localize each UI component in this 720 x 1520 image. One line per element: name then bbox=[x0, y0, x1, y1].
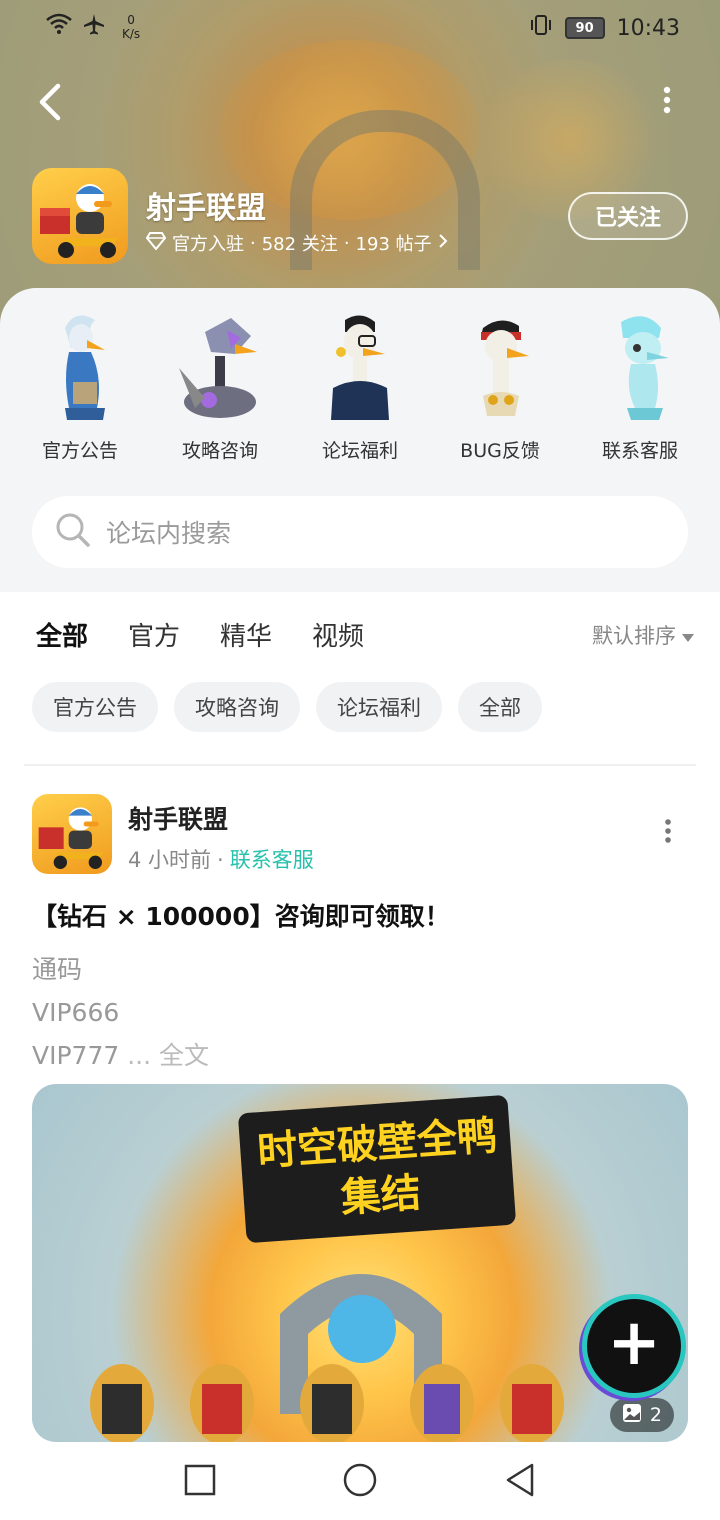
category-bug-report[interactable]: BUG反馈 bbox=[445, 308, 555, 463]
post-meta: 4 小时前 · 联系客服 bbox=[128, 848, 314, 872]
plus-icon: + bbox=[607, 1306, 661, 1380]
post-category-link[interactable]: 联系客服 bbox=[230, 848, 314, 872]
category-label: 攻略咨询 bbox=[181, 440, 258, 462]
follow-count: 582 关注 bbox=[261, 234, 338, 255]
network-speed: 0 K/s bbox=[122, 13, 141, 41]
category-customer-service[interactable]: 联系客服 bbox=[585, 308, 695, 463]
tab-featured[interactable]: 精华 bbox=[220, 616, 272, 653]
filter-chips: 官方公告 攻略咨询 论坛福利 全部 bbox=[32, 682, 542, 732]
post-author-name[interactable]: 射手联盟 bbox=[128, 800, 228, 836]
search-bar[interactable]: 论坛内搜索 bbox=[32, 496, 688, 568]
category-forum-benefits[interactable]: 论坛福利 bbox=[305, 308, 415, 463]
tab-official[interactable]: 官方 bbox=[128, 616, 180, 653]
caret-down-icon bbox=[682, 623, 694, 647]
sort-dropdown[interactable]: 默认排序 bbox=[592, 620, 694, 650]
post-title[interactable]: 【钻石 × 100000】咨询即可领取！ bbox=[32, 897, 450, 933]
tab-all[interactable]: 全部 bbox=[36, 616, 88, 659]
category-label: BUG反馈 bbox=[460, 440, 540, 462]
image-icon bbox=[622, 1403, 642, 1428]
feed-tabs: 全部 官方 精华 视频 bbox=[36, 616, 364, 659]
game-title: 射手联盟 bbox=[146, 191, 266, 226]
chip-official-announcement[interactable]: 官方公告 bbox=[32, 682, 158, 732]
search-icon bbox=[54, 511, 92, 553]
category-strategy[interactable]: 攻略咨询 bbox=[165, 308, 275, 463]
bandana-duck-character-icon bbox=[445, 308, 555, 424]
search-input[interactable]: 论坛内搜索 bbox=[106, 514, 231, 550]
back-button[interactable] bbox=[36, 82, 76, 126]
post-count: 193 帖子 bbox=[355, 234, 432, 255]
heron-character-icon bbox=[25, 308, 135, 424]
chip-all[interactable]: 全部 bbox=[458, 682, 542, 732]
vibrate-icon bbox=[529, 14, 553, 42]
post-body[interactable]: 通码 VIP666 VIP777 ... 全文 bbox=[32, 948, 209, 1077]
chip-forum-benefits[interactable]: 论坛福利 bbox=[316, 682, 442, 732]
post-time: 4 小时前 bbox=[128, 848, 212, 872]
post-more-button[interactable] bbox=[656, 818, 680, 848]
image-count-badge: 2 bbox=[609, 1398, 674, 1432]
more-options-button[interactable] bbox=[652, 84, 682, 124]
airplane-icon bbox=[82, 12, 106, 42]
status-bar: 0 K/s 90 10:43 bbox=[0, 0, 720, 56]
create-post-button[interactable]: + bbox=[582, 1294, 686, 1398]
system-nav-bar bbox=[0, 1442, 720, 1520]
category-panel: 官方公告 攻略咨询 论坛福利 BUG反馈 联系客服 论坛内搜索 bbox=[0, 288, 720, 592]
chevron-right-icon bbox=[438, 233, 448, 254]
tab-video[interactable]: 视频 bbox=[312, 616, 364, 653]
read-more-link[interactable]: 全文 bbox=[159, 1041, 209, 1070]
divider bbox=[24, 764, 696, 766]
category-label: 论坛福利 bbox=[321, 440, 398, 462]
ellipsis: ... bbox=[119, 1041, 160, 1070]
robot-character-icon bbox=[165, 308, 275, 424]
category-official-announcement[interactable]: 官方公告 bbox=[25, 308, 135, 463]
chip-strategy[interactable]: 攻略咨询 bbox=[174, 682, 300, 732]
home-button[interactable] bbox=[340, 1460, 380, 1500]
post-author-avatar[interactable] bbox=[32, 794, 112, 874]
post-image[interactable]: 时空破壁全鸭集结 2 bbox=[32, 1084, 688, 1442]
clock: 10:43 bbox=[616, 15, 680, 41]
wifi-icon bbox=[46, 13, 72, 41]
game-icon bbox=[32, 168, 128, 264]
category-label: 联系客服 bbox=[601, 440, 678, 462]
ghost-duck-character-icon bbox=[585, 308, 695, 424]
nav-back-button[interactable] bbox=[500, 1460, 540, 1500]
recent-apps-button[interactable] bbox=[180, 1460, 220, 1500]
category-label: 官方公告 bbox=[41, 440, 118, 462]
game-meta[interactable]: 官方入驻 · 582 关注 · 193 帖子 bbox=[145, 230, 448, 256]
sort-label: 默认排序 bbox=[592, 624, 676, 648]
official-badge-text: 官方入驻 bbox=[172, 234, 244, 255]
follow-button[interactable]: 已关注 bbox=[568, 192, 688, 240]
battery-indicator: 90 bbox=[564, 17, 605, 39]
diamond-icon bbox=[145, 231, 167, 255]
glasses-duck-character-icon bbox=[305, 308, 415, 424]
